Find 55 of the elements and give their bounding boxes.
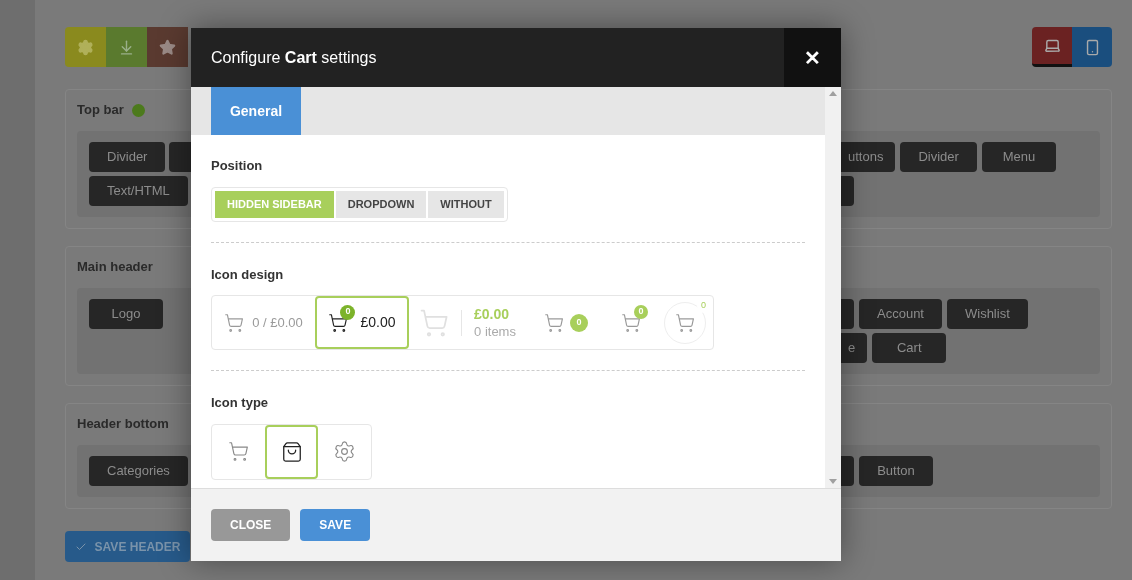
icon-type-option[interactable] xyxy=(265,424,318,479)
field-label: Icon type xyxy=(211,394,270,412)
element-button[interactable]: Divider xyxy=(900,142,977,172)
cart-icon xyxy=(228,441,249,462)
field-label: Icon design xyxy=(211,265,285,284)
cart-icon xyxy=(674,312,695,333)
cart-icon xyxy=(328,312,349,333)
position-option[interactable]: WITHOUT xyxy=(428,190,504,218)
cart-icon xyxy=(544,312,564,333)
item-count: 0 items xyxy=(474,322,516,341)
element-button[interactable]: Cart xyxy=(872,333,947,363)
toolbar-button[interactable] xyxy=(147,27,188,67)
field-label: Position xyxy=(211,157,264,175)
element-button[interactable]: Button xyxy=(859,456,933,486)
dialog-title: Configure Cart settings xyxy=(210,47,378,68)
dialog-tab[interactable]: General xyxy=(211,87,301,135)
element-button[interactable]: Menu xyxy=(981,142,1056,172)
close-button[interactable]: ✕ xyxy=(784,28,841,87)
bag-icon xyxy=(280,440,303,463)
section-title: Main header xyxy=(77,258,153,277)
gear-icon xyxy=(77,38,94,56)
cart-total: £0.00 xyxy=(360,313,396,332)
scroll-up-icon[interactable] xyxy=(829,91,837,96)
element-button[interactable]: Categories xyxy=(89,456,188,486)
count-badge: 0 xyxy=(570,313,588,332)
icon-design-option[interactable]: £0.00 0 items xyxy=(409,296,526,349)
icon-design-option[interactable]: 0 / £0.00 xyxy=(212,296,315,349)
footer-button[interactable]: CLOSE xyxy=(211,509,291,541)
toolbar-button[interactable] xyxy=(65,27,106,67)
section-title: Header bottom xyxy=(77,415,169,434)
cart-icon xyxy=(621,312,641,333)
element-button[interactable]: Logo xyxy=(89,299,163,329)
icon-design-option[interactable]: 0 £0.00 xyxy=(315,296,409,349)
cart-total: £0.00 xyxy=(474,304,511,323)
footer-button[interactable]: SAVE xyxy=(300,509,371,541)
download-icon xyxy=(118,38,135,56)
element-button[interactable]: Wishlist xyxy=(947,299,1028,329)
element-button[interactable]: Text/HTML xyxy=(89,176,188,206)
device-tab[interactable] xyxy=(1072,27,1112,67)
cart-icon xyxy=(419,307,450,338)
scrollbar[interactable] xyxy=(825,87,841,488)
count-badge: 0 xyxy=(340,304,356,320)
cart-icon xyxy=(224,312,245,333)
element-button[interactable]: Divider xyxy=(89,142,166,172)
gear-icon xyxy=(333,440,356,463)
star-icon xyxy=(159,38,176,56)
position-option[interactable]: DROPDOWN xyxy=(335,190,427,218)
device-tab[interactable] xyxy=(1032,27,1072,67)
section-title: Top bar xyxy=(77,101,124,120)
element-button[interactable]: Account xyxy=(859,299,942,329)
scroll-down-icon[interactable] xyxy=(829,479,837,484)
cart-total: 0 / £0.00 xyxy=(252,313,303,332)
laptop-icon xyxy=(1043,37,1061,54)
count-badge: 0 xyxy=(634,304,648,319)
toolbar-button[interactable] xyxy=(106,27,147,67)
